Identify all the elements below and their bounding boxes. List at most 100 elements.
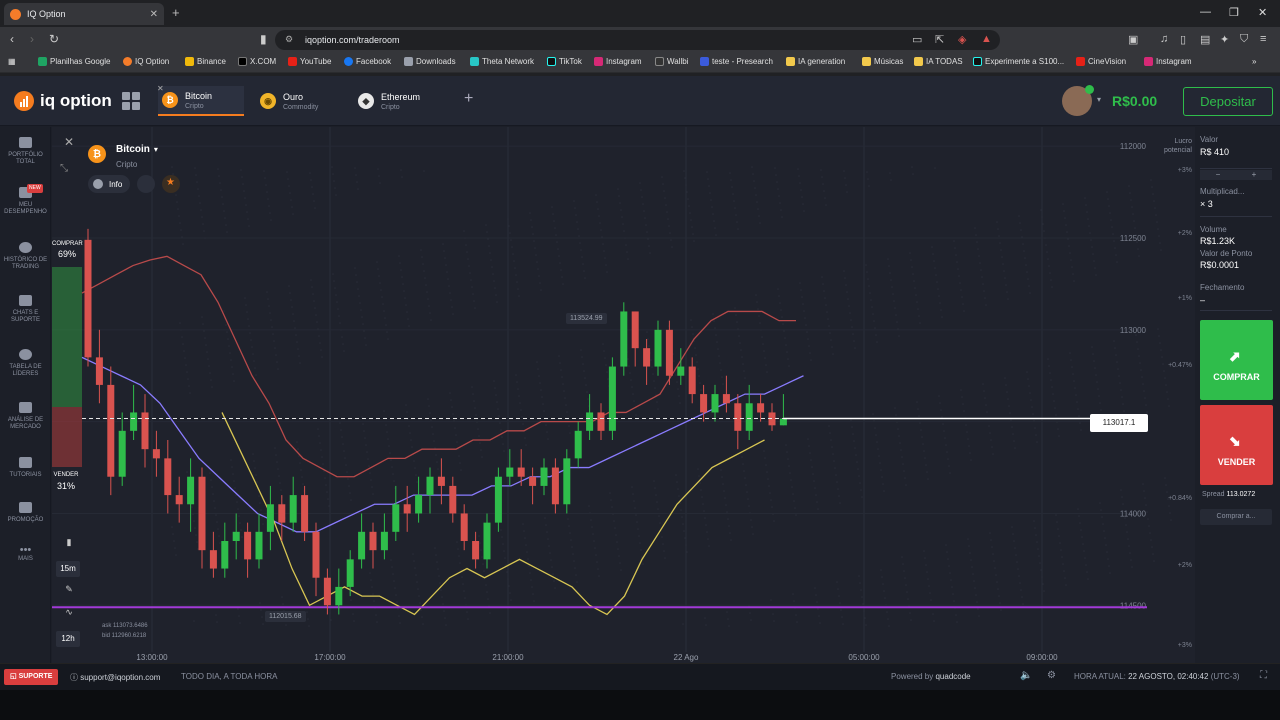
add-asset-icon[interactable]: + [464,90,473,108]
bookmark-item[interactable]: Facebook [344,57,391,66]
support-button[interactable]: ◱ SUPORTE [4,669,59,685]
sell-button[interactable]: ⬊ VENDER [1200,405,1273,485]
account-balance[interactable]: R$0.00 [1112,93,1157,109]
alert-bell-icon[interactable] [137,175,155,193]
apps-icon[interactable]: ▦ [8,57,16,66]
bookmark-folder[interactable]: IA generation [786,57,845,66]
asset-tab-ouro[interactable]: ◉ Ouro Commodity [256,86,342,116]
info-button[interactable]: Info [88,175,131,193]
menu-icon[interactable]: ≡ [1260,33,1266,45]
map-dot [658,515,660,517]
minus-icon[interactable]: − [1216,170,1221,180]
close-chart-icon[interactable]: ✕ [60,135,78,153]
bookmark-item[interactable]: teste - Presearch [700,57,773,66]
map-dot [1019,222,1021,224]
share-icon[interactable]: ⇱ [935,33,944,46]
sidebar-item-more[interactable]: ••• MAIS [0,545,51,563]
rewards-icon[interactable]: ▲ [981,33,992,45]
brave-shield-icon[interactable]: ◈ [958,33,966,46]
chevron-down-icon[interactable]: ▾ [1097,95,1101,104]
amount-field[interactable]: Valor R$ 410 [1200,135,1272,169]
map-dot [1142,483,1144,485]
window-close-icon[interactable]: ✕ [1258,6,1267,19]
reload-icon[interactable]: ↻ [49,32,59,46]
bookmark-item[interactable]: Wallbi [655,57,688,66]
forward-icon[interactable]: › [30,32,34,46]
back-icon[interactable]: ‹ [10,32,14,46]
sidebar-item-performance[interactable]: NEW MEU DESEMPENHO [0,184,51,216]
period-button[interactable]: 12h [56,631,80,647]
site-info-icon[interactable]: ⚙ [285,34,293,45]
plus-icon[interactable]: + [1252,170,1257,180]
bookmark-item[interactable]: Experimente a S100... [973,57,1064,66]
bookmark-item[interactable]: YouTube [288,57,331,66]
map-dot [980,269,982,271]
bookmark-icon[interactable]: ▮ [260,32,267,46]
settings-gear-icon[interactable]: ⚙ [1047,670,1056,681]
avatar[interactable] [1062,85,1094,116]
sidebar-item-analysis[interactable]: ANÁLISE DE MERCADO [0,402,51,431]
chart-area[interactable]: 114500114000113500113000112500112000+3%+… [52,127,1195,663]
cast-icon[interactable]: ▭ [912,33,922,46]
sidebar-item-tutorials[interactable]: TUTORIAIS [0,457,51,479]
close-field[interactable]: Fechamento – [1200,283,1272,311]
fullscreen-icon[interactable]: ⛶ [1260,670,1267,681]
map-dot [762,343,764,345]
map-dot [1100,509,1102,511]
bookmark-item[interactable]: X.COM [238,57,276,66]
wallet-icon[interactable]: ▤ [1200,33,1210,46]
bookmark-item[interactable]: Instagram [1144,57,1192,66]
volume-icon[interactable]: 🔈 [1020,670,1032,681]
multiplier-field[interactable]: Multiplicad... × 3 [1200,187,1272,217]
screenshot-icon[interactable]: ▣ [1128,33,1138,46]
map-dot [930,599,932,601]
chart-type-icon[interactable]: ▮ [60,537,78,555]
bookmark-folder[interactable]: IA TODAS [914,57,963,66]
close-icon[interactable]: ✕ [157,84,164,93]
price-chart[interactable]: 114500114000113500113000112500112000+3%+… [52,127,1195,663]
asset-tab-bitcoin[interactable]: ✕ ₿ Bitcoin Cripto [157,84,244,116]
vpn-icon[interactable]: ⛉ [1240,33,1248,46]
bookmark-item[interactable]: Downloads [404,57,456,66]
sidebar-icon[interactable]: ▯ [1180,33,1186,46]
new-tab-icon[interactable]: + [172,5,180,20]
bookmark-item[interactable]: Planilhas Google [38,57,110,66]
buy-button[interactable]: ⬈ COMPRAR [1200,320,1273,400]
address-bar[interactable]: ⚙ iqoption.com/traderoom [275,30,1000,50]
sidebar-item-portfolio[interactable]: PORTFÓLIO TOTAL [0,137,51,166]
minimize-icon[interactable]: — [1200,6,1211,18]
iqoption-logo[interactable]: iq option [14,91,112,111]
bookmark-item[interactable]: Binance [185,57,226,66]
extensions-icon[interactable]: ✦ [1220,33,1229,46]
support-email[interactable]: ⓘ support@iqoption.com [70,672,160,683]
media-icon[interactable]: ♫ [1160,33,1168,45]
volume-info: Volume R$1.23K Valor de Ponto R$0.0001 [1200,225,1253,270]
bookmark-folder[interactable]: Músicas [862,57,903,66]
sidebar-item-history[interactable]: HISTÓRICO DE TRADING [0,242,51,271]
asset-tab-ethereum[interactable]: ◆ Ethereum Cripto [354,86,440,116]
asset-selector[interactable]: ₿ Bitcoin ▾ Cripto [88,139,158,169]
bookmark-item[interactable]: CineVision [1076,57,1126,66]
pencil-icon[interactable]: ✎ [60,584,78,602]
bookmark-item[interactable]: Instagram [594,57,642,66]
collapse-icon[interactable]: ⤡ [60,163,68,174]
maximize-icon[interactable]: ❐ [1229,6,1239,19]
map-dot [625,244,627,246]
bookmark-item[interactable]: Theta Network [470,57,534,66]
sidebar-item-chat[interactable]: CHATS E SUPORTE [0,295,51,324]
sell-sentiment-pct: 31% [56,481,75,491]
sidebar-item-leaderboard[interactable]: TABELA DE LÍDERES [0,349,51,378]
favorite-star-icon[interactable]: ★ [162,175,180,193]
more-bookmarks-icon[interactable]: » [1252,57,1256,66]
timeframe-button[interactable]: 15m [56,561,80,577]
bookmark-item[interactable]: IQ Option [123,57,169,66]
deposit-button[interactable]: Depositar [1183,87,1273,116]
asset-grid-icon[interactable] [122,92,140,110]
sidebar-item-promo[interactable]: PROMOÇÃO [0,502,51,524]
bookmark-item[interactable]: TikTok [547,57,582,66]
close-tab-icon[interactable]: ✕ [150,9,158,20]
amount-stepper[interactable]: − + [1200,170,1272,180]
browser-tab[interactable]: IQ Option ✕ [4,3,164,25]
indicators-icon[interactable]: ∿ [60,607,78,625]
buy-at-button[interactable]: Comprar a... [1200,509,1272,525]
